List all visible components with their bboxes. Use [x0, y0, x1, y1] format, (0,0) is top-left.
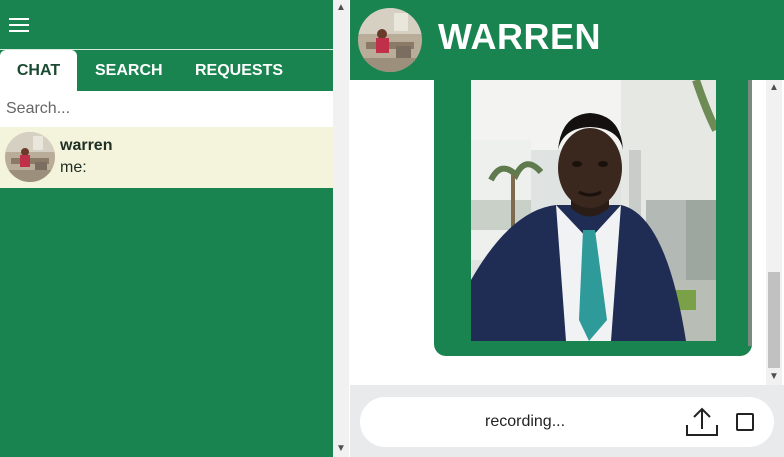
bubble-border [748, 80, 752, 346]
tab-search[interactable]: SEARCH [95, 50, 163, 91]
sidebar-tabs: CHAT SEARCH REQUESTS [0, 50, 333, 91]
message-bubble [434, 80, 752, 356]
recording-status: recording... [485, 413, 566, 430]
stop-icon[interactable] [736, 413, 754, 431]
scroll-thumb[interactable] [768, 272, 780, 368]
contact-avatar[interactable] [358, 8, 422, 72]
tab-requests[interactable]: REQUESTS [195, 50, 283, 91]
scroll-down-arrow-icon[interactable]: ▼ [766, 369, 782, 385]
messages-scrollbar[interactable]: ▲ ▼ [766, 80, 782, 385]
chat-contact-name: warren [60, 137, 113, 154]
composer-bar: recording... [350, 385, 784, 457]
sidebar: CHAT SEARCH REQUESTS warren me: [0, 0, 333, 457]
message-image[interactable] [471, 80, 716, 341]
contact-name-title: WARREN [438, 16, 601, 57]
message-area [350, 80, 766, 385]
avatar [5, 132, 55, 182]
search-input[interactable] [0, 91, 333, 127]
hamburger-menu-icon[interactable] [9, 18, 29, 32]
chat-last-message: me: [60, 159, 87, 176]
upload-icon[interactable] [684, 405, 720, 439]
scroll-up-arrow-icon[interactable]: ▲ [766, 80, 782, 96]
scroll-up-arrow-icon[interactable]: ▲ [333, 0, 349, 16]
scroll-down-arrow-icon[interactable]: ▼ [333, 441, 349, 457]
composer-input[interactable]: recording... [360, 397, 774, 447]
sidebar-scrollbar[interactable]: ▲ ▼ [333, 0, 349, 457]
tab-chat[interactable]: CHAT [0, 50, 77, 91]
conversation-header: WARREN [350, 0, 784, 80]
chat-list-item[interactable]: warren me: [0, 127, 333, 188]
